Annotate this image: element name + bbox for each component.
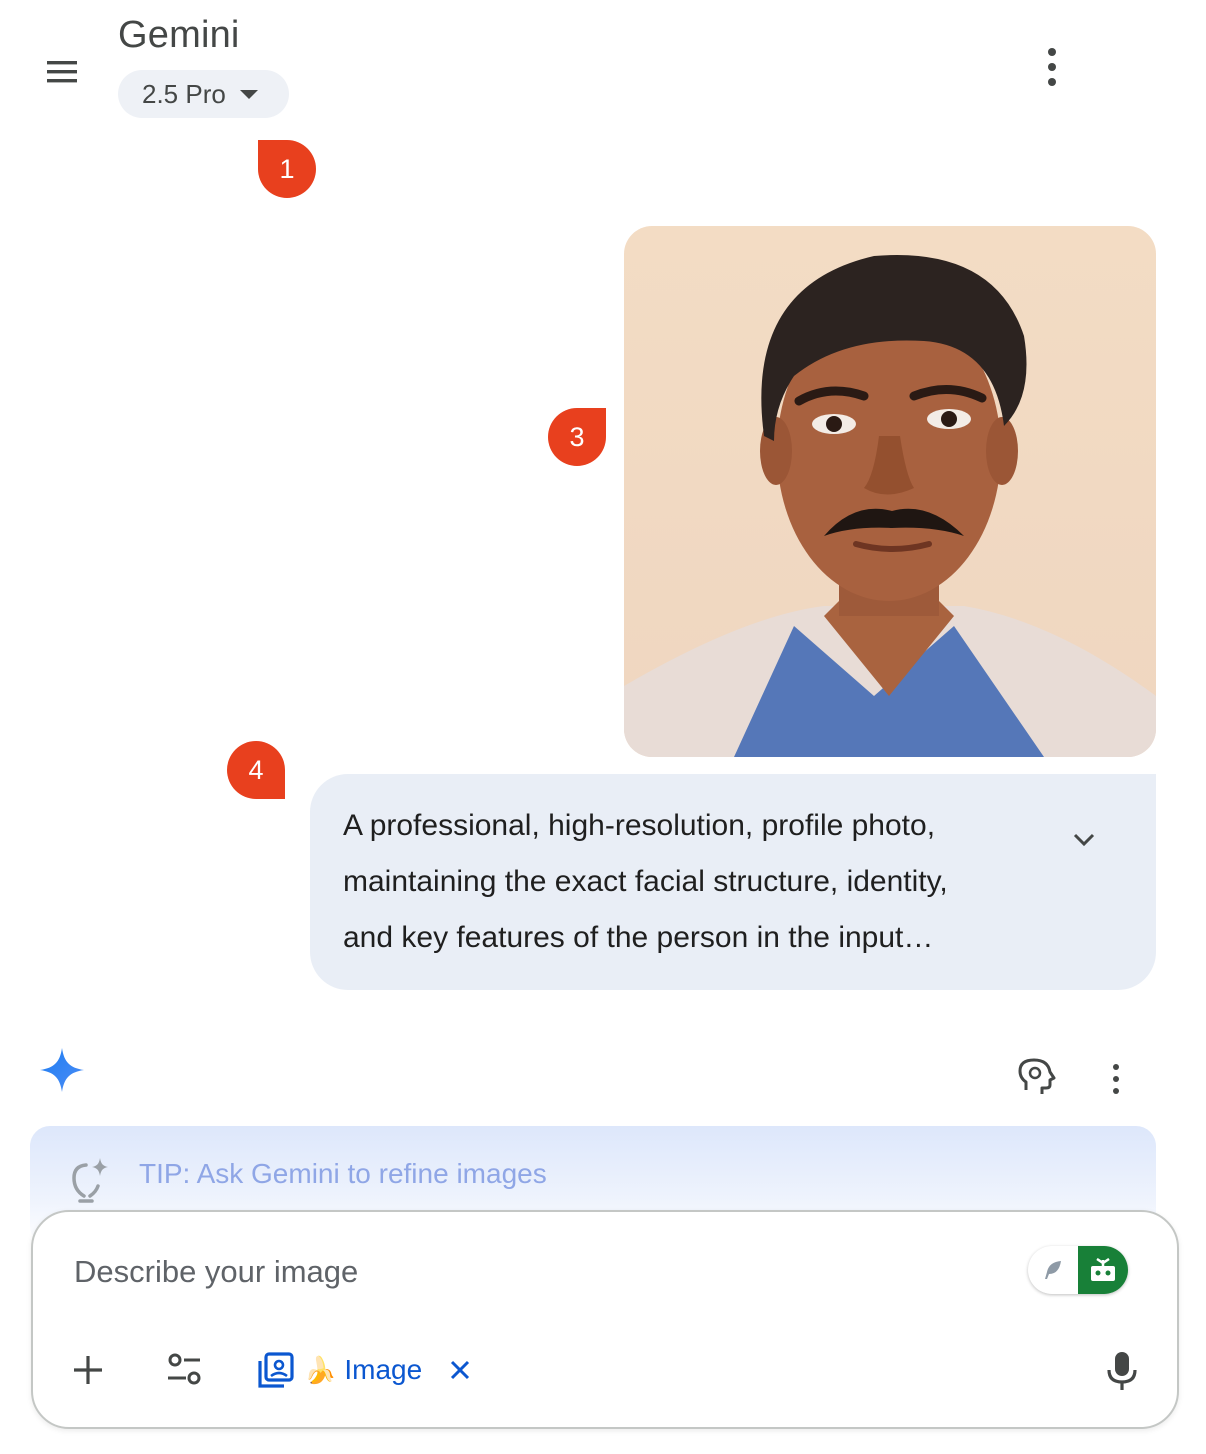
model-selector[interactable]: 2.5 Pro: [118, 70, 289, 118]
menu-icon: [47, 61, 77, 83]
user-prompt-text: A professional, high-resolution, profile…: [343, 809, 948, 954]
banana-icon: 🍌: [304, 1354, 337, 1385]
lightbulb-sparkle-icon: [72, 1158, 108, 1203]
prompt-input[interactable]: [72, 1248, 976, 1296]
menu-button[interactable]: [40, 54, 84, 90]
image-gallery-icon: [258, 1352, 294, 1388]
feather-mode-button[interactable]: [1028, 1246, 1078, 1294]
thinking-head-icon[interactable]: [1014, 1054, 1060, 1100]
uploaded-photo[interactable]: [624, 226, 1156, 757]
response-more-button[interactable]: [1104, 1064, 1128, 1094]
annotation-marker-1: 1: [258, 140, 316, 198]
feather-icon: [1045, 1261, 1061, 1279]
user-prompt-bubble: A professional, high-resolution, profile…: [310, 774, 1156, 990]
image-chip-label: Image: [344, 1354, 423, 1385]
tools-icon[interactable]: [160, 1346, 208, 1394]
plus-icon[interactable]: [64, 1346, 112, 1394]
composer-card: [31, 1210, 1179, 1429]
more-options-button[interactable]: [1034, 44, 1070, 90]
gemini-spark-icon: [40, 1048, 84, 1092]
model-label: 2.5 Pro: [142, 78, 226, 109]
close-icon: [450, 1360, 470, 1380]
expand-prompt-button[interactable]: [1066, 822, 1102, 858]
robot-icon: [1091, 1258, 1115, 1281]
mode-toggle[interactable]: [1028, 1246, 1128, 1294]
more-vert-icon: [1113, 1064, 1119, 1070]
app-title: Gemini: [118, 14, 240, 56]
robot-mode-button[interactable]: [1078, 1246, 1128, 1294]
chevron-down-icon: [1073, 833, 1095, 847]
caret-down-icon: [239, 89, 258, 99]
remove-image-tool-button[interactable]: [442, 1352, 478, 1388]
annotation-marker-4: 4: [227, 741, 285, 799]
more-vert-icon: [1048, 48, 1056, 56]
mic-icon[interactable]: [1100, 1346, 1144, 1394]
tip-text: TIP: Ask Gemini to refine images: [139, 1158, 547, 1189]
image-tool-chip[interactable]: 🍌 Image: [256, 1346, 422, 1394]
annotation-marker-3: 3: [548, 408, 606, 466]
